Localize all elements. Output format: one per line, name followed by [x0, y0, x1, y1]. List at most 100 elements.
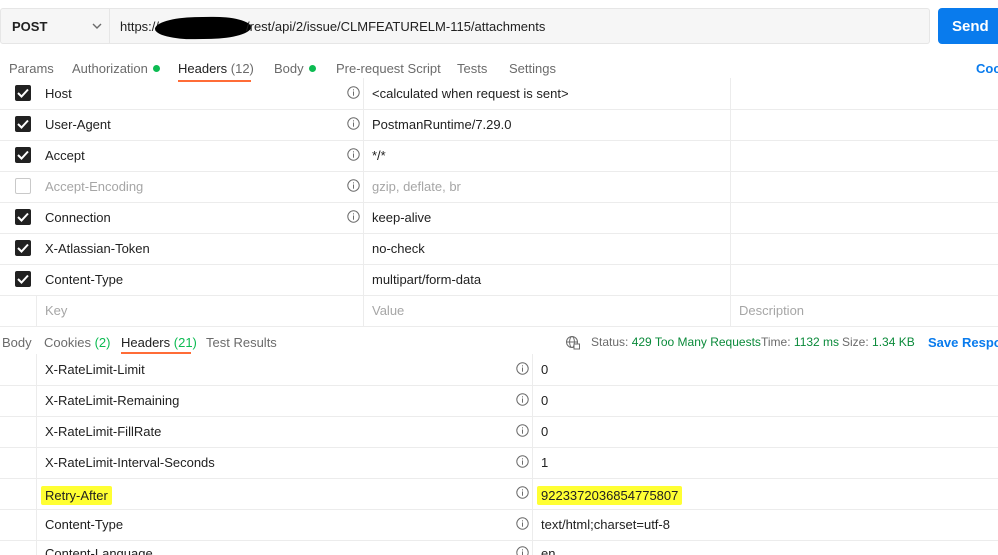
table-row: Content-Language en	[0, 540, 998, 555]
table-row: X-Atlassian-Token no-check	[0, 233, 998, 265]
url-input[interactable]: https:// /rest/api/2/issue/CLMFEATURELM-…	[110, 8, 930, 44]
info-icon[interactable]	[516, 455, 529, 468]
checkbox-checked[interactable]	[15, 147, 31, 163]
response-header-value: 1	[541, 455, 549, 470]
table-row: Connection keep-alive	[0, 202, 998, 234]
time-label: Time:	[761, 335, 791, 349]
header-key[interactable]: User-Agent	[45, 117, 111, 132]
header-value[interactable]: no-check	[372, 241, 425, 256]
header-key[interactable]: Content-Type	[45, 272, 123, 287]
check-icon	[17, 119, 29, 129]
redaction-mark	[154, 16, 252, 40]
tab-pre-request-script[interactable]: Pre-request Script	[336, 61, 441, 76]
response-header-value: 0	[541, 393, 549, 408]
info-icon[interactable]	[347, 179, 360, 192]
header-value[interactable]: multipart/form-data	[372, 272, 481, 287]
tab-headers-count: (12)	[230, 61, 254, 76]
key-placeholder[interactable]: Key	[45, 303, 67, 318]
checkbox-checked[interactable]	[15, 240, 31, 256]
table-row: Accept-Encoding gzip, deflate, br	[0, 171, 998, 203]
url-prefix: https://	[120, 19, 160, 34]
status-label: Status:	[591, 335, 629, 349]
size-label: Size:	[842, 335, 869, 349]
header-value[interactable]: gzip, deflate, br	[372, 179, 461, 194]
header-key[interactable]: X-Atlassian-Token	[45, 241, 150, 256]
response-size: Size: 1.34 KB	[842, 335, 915, 349]
info-icon[interactable]	[516, 517, 529, 530]
tab-settings[interactable]: Settings	[509, 61, 556, 76]
response-header-key: Content-Language	[45, 546, 153, 555]
info-icon[interactable]	[516, 362, 529, 375]
header-key[interactable]: Host	[45, 86, 72, 101]
table-row: Content-Type multipart/form-data	[0, 264, 998, 296]
tab-headers-label: Headers	[178, 61, 228, 76]
header-value[interactable]: <calculated when request is sent>	[372, 86, 569, 101]
resp-tab-body[interactable]: Body	[2, 335, 32, 350]
table-row: Retry-After 9223372036854775807	[0, 478, 998, 510]
method-select[interactable]: POST	[0, 8, 110, 44]
response-header-key: Content-Type	[45, 517, 124, 532]
checkbox-unchecked[interactable]	[15, 178, 31, 194]
response-header-key: X-RateLimit-Interval-Seconds	[45, 455, 215, 470]
resp-tab-test-results[interactable]: Test Results	[206, 335, 277, 350]
resp-tab-headers-label: Headers	[121, 335, 171, 350]
table-row: Host <calculated when request is sent>	[0, 78, 998, 110]
size-value[interactable]: 1.34 KB	[872, 335, 915, 349]
header-value[interactable]: keep-alive	[372, 210, 431, 225]
tab-params[interactable]: Params	[9, 61, 54, 76]
status-dot-icon	[152, 65, 160, 72]
header-value[interactable]: PostmanRuntime/7.29.0	[372, 117, 511, 132]
table-row: Content-Type text/html;charset=utf-8	[0, 509, 998, 541]
resp-tab-headers[interactable]: Headers (21)	[121, 335, 197, 350]
tab-body[interactable]: Body	[274, 61, 316, 76]
check-icon	[17, 150, 29, 160]
info-icon[interactable]	[516, 546, 529, 555]
response-header-key: Retry-After	[41, 486, 112, 505]
check-icon	[17, 88, 29, 98]
info-icon[interactable]	[347, 210, 360, 223]
checkbox-checked[interactable]	[15, 271, 31, 287]
send-button[interactable]: Send	[938, 8, 998, 44]
resp-tab-cookies[interactable]: Cookies (2)	[44, 335, 110, 350]
header-value[interactable]: */*	[372, 148, 386, 163]
globe-icon[interactable]	[565, 335, 580, 350]
checkbox-checked[interactable]	[15, 85, 31, 101]
resp-tab-cookies-label: Cookies	[44, 335, 91, 350]
response-header-value: en	[541, 546, 556, 555]
header-key[interactable]: Accept-Encoding	[45, 179, 143, 194]
save-response-button[interactable]: Save Respon	[928, 335, 998, 350]
response-header-value: 0	[541, 424, 549, 439]
table-row: Accept */*	[0, 140, 998, 172]
tab-headers[interactable]: Headers (12)	[178, 61, 254, 76]
checkbox-checked[interactable]	[15, 116, 31, 132]
table-row: X-RateLimit-FillRate 0	[0, 416, 998, 448]
tab-tests[interactable]: Tests	[457, 61, 487, 76]
info-icon[interactable]	[347, 117, 360, 130]
check-icon	[17, 212, 29, 222]
value-placeholder[interactable]: Value	[372, 303, 404, 318]
response-header-key: X-RateLimit-Remaining	[45, 393, 180, 408]
info-icon[interactable]	[347, 148, 360, 161]
check-icon	[17, 274, 29, 284]
info-icon[interactable]	[347, 86, 360, 99]
status-value[interactable]: 429 Too Many Requests	[632, 335, 761, 349]
info-icon[interactable]	[516, 486, 529, 499]
header-key[interactable]: Connection	[45, 210, 111, 225]
checkbox-checked[interactable]	[15, 209, 31, 225]
response-time: Time: 1132 ms	[761, 335, 839, 349]
tab-body-label: Body	[274, 61, 304, 76]
header-key[interactable]: Accept	[45, 148, 85, 163]
response-status: Status: 429 Too Many Requests	[591, 335, 761, 349]
cookies-link[interactable]: Coo	[976, 61, 998, 76]
info-icon[interactable]	[516, 424, 529, 437]
time-value[interactable]: 1132 ms	[794, 335, 839, 349]
tab-authorization[interactable]: Authorization	[72, 61, 160, 76]
check-icon	[17, 243, 29, 253]
url-path: /rest/api/2/issue/CLMFEATURELM-115/attac…	[246, 19, 546, 34]
response-header-value: text/html;charset=utf-8	[541, 517, 670, 532]
resp-tab-cookies-count: (2)	[94, 335, 111, 350]
info-icon[interactable]	[516, 393, 529, 406]
response-header-value: 9223372036854775807	[537, 486, 683, 505]
table-row: User-Agent PostmanRuntime/7.29.0	[0, 109, 998, 141]
description-placeholder[interactable]: Description	[739, 303, 804, 318]
